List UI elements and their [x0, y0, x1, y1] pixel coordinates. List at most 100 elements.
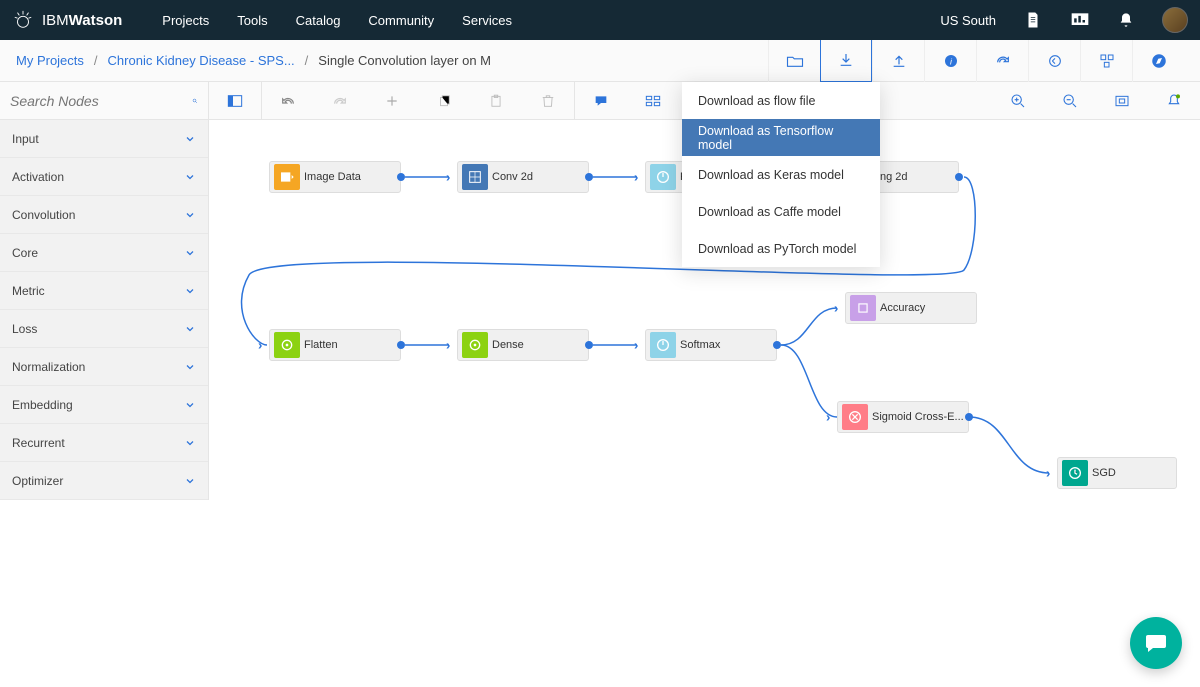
node-conv2d[interactable]: › Conv 2d: [457, 161, 589, 193]
node-label: Softmax: [680, 339, 720, 351]
chat-fab[interactable]: [1130, 617, 1182, 669]
chevron-down-icon: [184, 361, 196, 373]
palette-metric[interactable]: Metric: [0, 272, 208, 310]
node-label: Image Data: [304, 171, 361, 183]
undo-icon[interactable]: [262, 82, 314, 120]
node-label: Sigmoid Cross-E...: [872, 411, 964, 423]
document-icon[interactable]: [1024, 11, 1042, 29]
nav-tools[interactable]: Tools: [237, 13, 267, 28]
download-tensorflow[interactable]: Download as Tensorflow model: [682, 119, 880, 156]
node-loss[interactable]: › Sigmoid Cross-E...: [837, 401, 969, 433]
node-softmax[interactable]: › Softmax: [645, 329, 777, 361]
palette-normalization[interactable]: Normalization: [0, 348, 208, 386]
compass-icon[interactable]: [1132, 40, 1184, 82]
accuracy-icon: [850, 295, 876, 321]
chevron-down-icon: [184, 399, 196, 411]
loss-icon: [842, 404, 868, 430]
layout2-icon[interactable]: [627, 82, 679, 120]
redo-icon[interactable]: [314, 82, 366, 120]
palette-core[interactable]: Core: [0, 234, 208, 272]
toolbar: [0, 82, 1200, 120]
dense-icon: [462, 332, 488, 358]
add-icon[interactable]: [366, 82, 418, 120]
nav-community[interactable]: Community: [368, 13, 434, 28]
paste-icon[interactable]: [470, 82, 522, 120]
chevron-down-icon: [184, 133, 196, 145]
chat-icon: [1143, 631, 1169, 655]
nav-catalog[interactable]: Catalog: [296, 13, 341, 28]
crumb-current: Single Convolution layer on M: [318, 53, 491, 68]
comment-icon[interactable]: [575, 82, 627, 120]
flatten-icon: [274, 332, 300, 358]
brand-text-bold: Watson: [69, 12, 123, 29]
bell-icon[interactable]: [1118, 11, 1134, 29]
chevron-down-icon: [184, 247, 196, 259]
nav-links: Projects Tools Catalog Community Service…: [162, 13, 512, 28]
brand-text-pre: IBM: [42, 12, 69, 29]
upload-icon[interactable]: [872, 40, 924, 82]
copy-icon[interactable]: [418, 82, 470, 120]
open-icon[interactable]: [768, 40, 820, 82]
node-dense[interactable]: › Dense: [457, 329, 589, 361]
download-menu: Download as flow file Download as Tensor…: [682, 82, 880, 267]
node-label: Flatten: [304, 339, 338, 351]
layout-icon[interactable]: [1080, 40, 1132, 82]
delete-icon[interactable]: [522, 82, 574, 120]
watson-icon: [12, 9, 34, 31]
node-label: Dense: [492, 339, 524, 351]
nav-projects[interactable]: Projects: [162, 13, 209, 28]
download-pytorch[interactable]: Download as PyTorch model: [682, 230, 880, 267]
download-icon[interactable]: [820, 40, 872, 82]
crumb-sep: /: [94, 53, 98, 68]
download-flow-file[interactable]: Download as flow file: [682, 82, 880, 119]
node-flatten[interactable]: › Flatten: [269, 329, 401, 361]
node-label: SGD: [1092, 467, 1116, 479]
optimizer-icon: [1062, 460, 1088, 486]
info-icon[interactable]: i: [924, 40, 976, 82]
download-caffe[interactable]: Download as Caffe model: [682, 193, 880, 230]
breadcrumb-bar: My Projects / Chronic Kidney Disease - S…: [0, 40, 1200, 82]
palette-loss[interactable]: Loss: [0, 310, 208, 348]
brand-logo[interactable]: IBM Watson: [12, 9, 122, 31]
search-icon[interactable]: [192, 92, 198, 110]
dashboard-icon[interactable]: [1070, 11, 1090, 29]
search-box: [0, 82, 209, 120]
download-keras[interactable]: Download as Keras model: [682, 156, 880, 193]
action2-icon[interactable]: [1028, 40, 1080, 82]
chevron-down-icon: [184, 285, 196, 297]
node-accuracy[interactable]: › Accuracy: [845, 292, 977, 324]
image-data-icon: [274, 164, 300, 190]
chevron-down-icon: [184, 475, 196, 487]
zoom-in-icon[interactable]: [992, 82, 1044, 120]
node-sgd[interactable]: › SGD: [1057, 457, 1177, 489]
crumb-project[interactable]: Chronic Kidney Disease - SPS...: [108, 53, 295, 68]
nav-right: US South: [940, 7, 1188, 33]
palette-convolution[interactable]: Convolution: [0, 196, 208, 234]
top-nav: IBM Watson Projects Tools Catalog Commun…: [0, 0, 1200, 40]
palette-optimizer[interactable]: Optimizer: [0, 462, 208, 500]
crumb-sep: /: [305, 53, 309, 68]
crumb-my-projects[interactable]: My Projects: [16, 53, 84, 68]
chevron-down-icon: [184, 437, 196, 449]
node-label: Conv 2d: [492, 171, 533, 183]
avatar[interactable]: [1162, 7, 1188, 33]
zoom-out-icon[interactable]: [1044, 82, 1096, 120]
node-label: Accuracy: [880, 302, 925, 314]
search-input[interactable]: [10, 93, 192, 109]
node-image-data[interactable]: Image Data: [269, 161, 401, 193]
chevron-down-icon: [184, 171, 196, 183]
region-label[interactable]: US South: [940, 13, 996, 28]
nav-services[interactable]: Services: [462, 13, 512, 28]
action1-icon[interactable]: [976, 40, 1028, 82]
panel-toggle-icon[interactable]: [209, 82, 261, 120]
bell-badge-icon[interactable]: [1148, 82, 1200, 120]
crumb-actions: i: [768, 40, 1184, 82]
palette-recurrent[interactable]: Recurrent: [0, 424, 208, 462]
palette-input[interactable]: Input: [0, 120, 208, 158]
node-pooling[interactable]: ng 2d: [869, 161, 959, 193]
chevron-down-icon: [184, 323, 196, 335]
softmax-icon: [650, 332, 676, 358]
palette-embedding[interactable]: Embedding: [0, 386, 208, 424]
palette-activation[interactable]: Activation: [0, 158, 208, 196]
fit-icon[interactable]: [1096, 82, 1148, 120]
